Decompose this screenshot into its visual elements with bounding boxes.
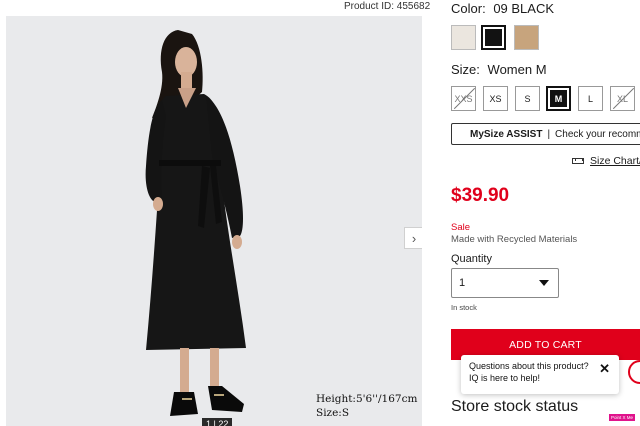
color-value: 09 BLACK (493, 1, 555, 16)
model-height: Height:5'6''/167cm (316, 393, 418, 405)
mysize-assist-button[interactable]: MySize ASSIST | Check your recommended s… (451, 123, 640, 145)
quantity-select[interactable]: 1 (451, 268, 559, 298)
color-swatch-black[interactable] (481, 25, 506, 50)
mysize-brand: MySize ASSIST (470, 128, 543, 140)
mysize-separator: | (547, 128, 551, 140)
size-option-xl[interactable]: XL (610, 86, 635, 111)
product-image-gallery[interactable]: › 1 | 22 Height:5'6''/167cm Size:S (6, 16, 422, 426)
size-chart-link[interactable]: Size Chart/ (572, 155, 640, 167)
color-swatch-off-white[interactable] (451, 25, 476, 50)
close-icon[interactable]: ✕ (599, 362, 610, 375)
size-option-l[interactable]: L (578, 86, 603, 111)
size-option-s[interactable]: S (515, 86, 540, 111)
size-label-row: Size: Women M (451, 62, 547, 77)
chevron-right-icon: › (411, 230, 417, 246)
product-photo (145, 30, 246, 416)
product-price: $39.90 (451, 185, 510, 206)
material-note: Made with Recycled Materials (451, 234, 578, 245)
quantity-label: Quantity (451, 253, 492, 265)
model-size: Size:S (316, 407, 350, 419)
size-option-xs[interactable]: XS (483, 86, 508, 111)
stock-status: In stock (451, 303, 477, 312)
gallery-next-button[interactable]: › (404, 227, 422, 249)
color-label-row: Color: 09 BLACK (451, 1, 554, 16)
caret-down-icon (539, 280, 549, 286)
size-value: Women M (487, 62, 547, 77)
ruler-icon (572, 158, 584, 164)
model-info: Height:5'6''/167cm Size:S (316, 392, 417, 420)
image-counter: 1 | 22 (202, 418, 233, 426)
size-chart-label: Size Chart/ (590, 155, 640, 167)
extension-badge[interactable]: Point X Me (609, 414, 636, 421)
quantity-value: 1 (459, 277, 466, 289)
store-stock-heading: Store stock status (451, 398, 579, 415)
sale-label: Sale (451, 222, 471, 233)
size-option-m[interactable]: M (546, 86, 571, 111)
mysize-text: Check your recommended size (555, 128, 640, 140)
color-swatch-beige[interactable] (514, 25, 539, 50)
size-label: Size: (451, 62, 480, 77)
chat-prompt[interactable]: Questions about this product? IQ is here… (461, 355, 619, 394)
size-option-xxs[interactable]: XXS (451, 86, 476, 111)
chat-line-2: IQ is here to help! (469, 373, 541, 383)
product-id: Product ID: 455682 (344, 1, 431, 12)
color-label: Color: (451, 1, 486, 16)
chat-line-1: Questions about this product? (469, 361, 589, 371)
chat-avatar[interactable] (628, 360, 640, 384)
